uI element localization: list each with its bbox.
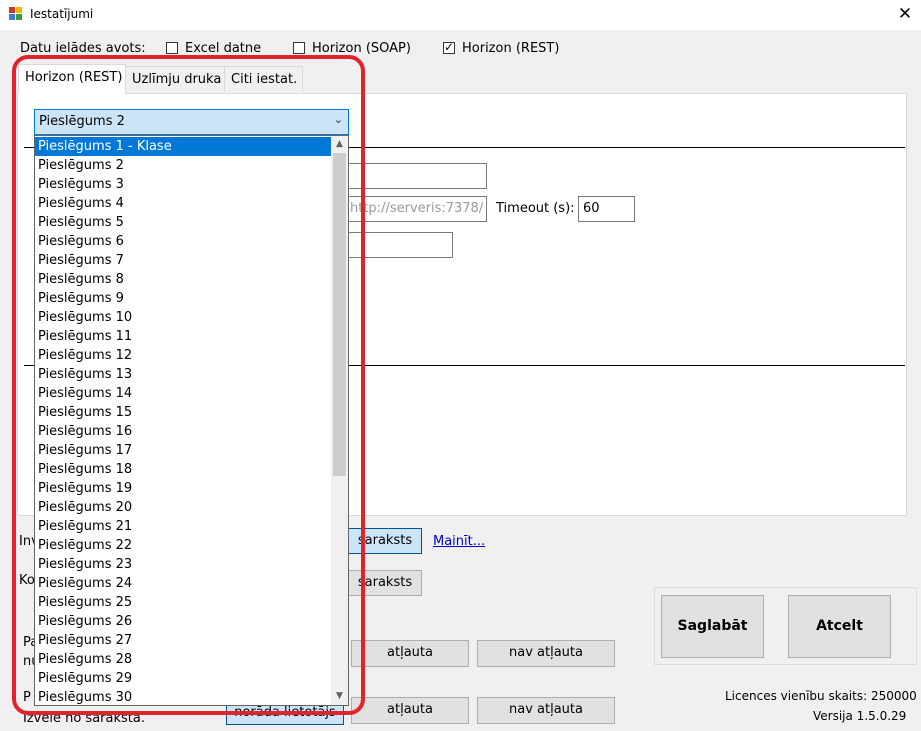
checkbox-excel-label[interactable]: Excel datne <box>185 41 261 56</box>
server-url-input[interactable]: http://serveris:7378/ <box>345 196 487 222</box>
app-icon <box>9 7 23 21</box>
checkbox-excel[interactable] <box>166 42 178 54</box>
window-title: Iestatījumi <box>30 7 94 21</box>
change-link[interactable]: Mainīt... <box>433 534 485 549</box>
row4-allowed-button[interactable]: atļauta <box>351 697 469 724</box>
timeout-input[interactable]: 60 <box>578 196 635 222</box>
highlight-outline <box>12 55 365 715</box>
title-bar: Iestatījumi ✕ <box>0 0 921 30</box>
row3-not-allowed-button[interactable]: nav atļauta <box>477 640 615 667</box>
checkbox-rest[interactable] <box>443 40 455 54</box>
checkbox-rest-label[interactable]: Horizon (REST) <box>462 41 559 56</box>
save-button[interactable]: Saglabāt <box>661 595 764 658</box>
licence-text: Licences vienību skaits: 250000 <box>725 689 917 703</box>
close-icon[interactable]: ✕ <box>893 2 917 26</box>
version-text: Versija 1.5.0.29 <box>813 709 907 723</box>
row3-allowed-button[interactable]: atļauta <box>351 640 469 667</box>
data-source-label: Datu ielādes avots: <box>20 41 146 56</box>
row4-not-allowed-button[interactable]: nav atļauta <box>477 697 615 724</box>
server-name-input[interactable] <box>345 163 487 189</box>
timeout-label: Timeout (s): <box>496 201 575 216</box>
cancel-button[interactable]: Atcelt <box>788 595 891 658</box>
checkbox-soap[interactable] <box>293 42 305 54</box>
checkbox-soap-label[interactable]: Horizon (SOAP) <box>312 41 411 56</box>
